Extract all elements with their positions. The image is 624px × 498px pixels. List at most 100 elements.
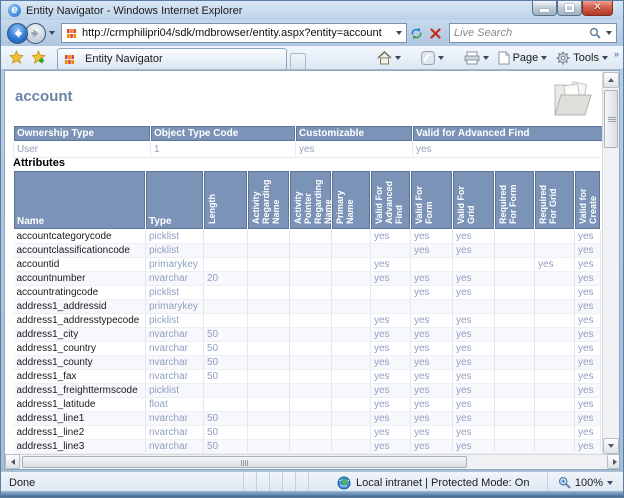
home-button[interactable] xyxy=(374,49,404,67)
attribute-flag-cell xyxy=(495,314,535,328)
attribute-flag-cell xyxy=(248,272,290,286)
attribute-flag-cell: 50 xyxy=(204,328,248,342)
attribute-flag-cell: yes xyxy=(411,440,453,454)
search-placeholder[interactable]: Live Search xyxy=(454,27,589,39)
attribute-type-cell[interactable]: float xyxy=(146,398,204,412)
tab-entity-navigator[interactable]: Entity Navigator xyxy=(57,48,287,69)
page-menu-button[interactable]: Page xyxy=(495,49,551,67)
attribute-flag-cell: yes xyxy=(575,314,601,328)
scroll-up-button[interactable] xyxy=(603,72,619,88)
attribute-type-cell[interactable]: nvarchar xyxy=(146,440,204,454)
attributes-header-cell: Activity Pointer Regarding Name xyxy=(290,171,332,230)
attribute-type-cell[interactable]: primarykey xyxy=(146,300,204,314)
tools-menu-button[interactable]: Tools xyxy=(553,49,611,67)
attribute-flag-cell: yes xyxy=(411,230,453,244)
rss-feed-icon xyxy=(421,51,435,65)
table-row: address1_addresstypecodepicklistyesyesye… xyxy=(14,314,601,328)
close-button[interactable]: ✕ xyxy=(582,1,613,16)
attribute-type-cell[interactable]: nvarchar xyxy=(146,328,204,342)
print-dropdown[interactable] xyxy=(483,56,489,60)
add-favorite-button[interactable] xyxy=(27,48,49,68)
attribute-flag-cell xyxy=(495,356,535,370)
attribute-name-cell: address1_line3 xyxy=(14,440,146,454)
scroll-left-button[interactable] xyxy=(5,454,20,469)
attribute-flag-cell xyxy=(332,314,371,328)
attributes-header-vertical-label: Primary Name xyxy=(335,173,355,224)
attribute-type-cell[interactable]: primarykey xyxy=(146,258,204,272)
favorites-center-button[interactable] xyxy=(5,48,27,68)
attribute-type-cell[interactable]: nvarchar xyxy=(146,342,204,356)
ie-logo-icon: e xyxy=(8,4,21,17)
attribute-flag-cell: yes xyxy=(575,244,601,258)
attribute-type-cell[interactable]: nvarchar xyxy=(146,272,204,286)
attribute-flag-cell: yes xyxy=(575,440,601,454)
toolbar-overflow-chevron[interactable]: » xyxy=(614,49,619,59)
attribute-flag-cell xyxy=(332,328,371,342)
new-tab-button[interactable] xyxy=(290,53,306,69)
history-dropdown[interactable] xyxy=(49,31,55,35)
attribute-flag-cell: yes xyxy=(453,440,495,454)
address-dropdown[interactable] xyxy=(396,31,402,35)
stop-button[interactable] xyxy=(426,23,445,43)
title-bar[interactable]: e Entity Navigator - Windows Internet Ex… xyxy=(1,1,623,20)
attribute-type-cell[interactable]: nvarchar xyxy=(146,426,204,440)
print-button[interactable] xyxy=(461,49,492,67)
attribute-flag-cell: yes xyxy=(371,440,411,454)
scroll-down-button[interactable] xyxy=(603,438,619,454)
attribute-name-cell: address1_line2 xyxy=(14,426,146,440)
vertical-scrollbar[interactable] xyxy=(602,71,619,456)
attribute-type-cell[interactable]: nvarchar xyxy=(146,356,204,370)
attribute-flag-cell: yes xyxy=(575,356,601,370)
horizontal-scroll-thumb[interactable] xyxy=(22,456,467,468)
security-zone[interactable]: Local intranet | Protected Mode: On xyxy=(337,476,529,490)
search-dropdown[interactable] xyxy=(606,31,612,35)
zoom-control[interactable]: 100% xyxy=(547,472,623,493)
attribute-flag-cell xyxy=(332,244,371,258)
attribute-flag-cell: yes xyxy=(575,300,601,314)
table-row: address1_line1nvarchar50yesyesyesyes xyxy=(14,412,601,426)
minimize-button[interactable] xyxy=(532,1,557,16)
home-dropdown[interactable] xyxy=(395,56,401,60)
attribute-flag-cell xyxy=(204,398,248,412)
attribute-type-cell[interactable]: picklist xyxy=(146,384,204,398)
feeds-dropdown[interactable] xyxy=(438,56,444,60)
search-icon[interactable] xyxy=(589,27,601,39)
attribute-type-cell[interactable]: picklist xyxy=(146,314,204,328)
scroll-right-button[interactable] xyxy=(607,454,620,469)
attribute-flag-cell xyxy=(248,384,290,398)
attribute-flag-cell: 50 xyxy=(204,412,248,426)
attribute-flag-cell xyxy=(535,398,575,412)
page-menu-dropdown[interactable] xyxy=(541,56,547,60)
search-box[interactable]: Live Search xyxy=(449,23,617,43)
attribute-type-cell[interactable]: picklist xyxy=(146,244,204,258)
refresh-button[interactable] xyxy=(407,23,426,43)
tools-menu-dropdown[interactable] xyxy=(602,56,608,60)
url-text[interactable]: http://crmphilipri04/sdk/mdbrowser/entit… xyxy=(82,27,396,39)
attribute-flag-cell xyxy=(204,300,248,314)
entity-summary-table: Ownership TypeObject Type CodeCustomizab… xyxy=(13,125,605,158)
attribute-flag-cell xyxy=(332,258,371,272)
attributes-header-vertical-label: Valid For Advanced Find xyxy=(374,173,404,224)
forward-button[interactable] xyxy=(25,23,46,44)
tools-menu-label: Tools xyxy=(573,52,599,64)
attribute-type-cell[interactable]: nvarchar xyxy=(146,412,204,426)
attribute-flag-cell xyxy=(290,412,332,426)
feeds-button[interactable] xyxy=(418,49,447,67)
horizontal-scrollbar[interactable] xyxy=(5,454,620,469)
attribute-type-cell[interactable]: nvarchar xyxy=(146,370,204,384)
back-button[interactable] xyxy=(7,23,28,44)
attribute-flag-cell: yes xyxy=(371,328,411,342)
attribute-type-cell[interactable]: picklist xyxy=(146,286,204,300)
entity-folder-icon xyxy=(551,79,597,119)
attribute-flag-cell: yes xyxy=(575,230,601,244)
vertical-scroll-thumb[interactable] xyxy=(604,90,618,148)
maximize-button[interactable] xyxy=(557,1,582,16)
address-bar[interactable]: http://crmphilipri04/sdk/mdbrowser/entit… xyxy=(61,23,407,43)
attribute-flag-cell: yes xyxy=(575,384,601,398)
attribute-flag-cell: yes xyxy=(575,328,601,342)
zoom-dropdown[interactable] xyxy=(607,481,613,485)
close-icon: ✕ xyxy=(593,3,601,13)
attribute-flag-cell: yes xyxy=(453,426,495,440)
attribute-type-cell[interactable]: picklist xyxy=(146,230,204,244)
table-row: address1_latitudefloatyesyesyesyes xyxy=(14,398,601,412)
